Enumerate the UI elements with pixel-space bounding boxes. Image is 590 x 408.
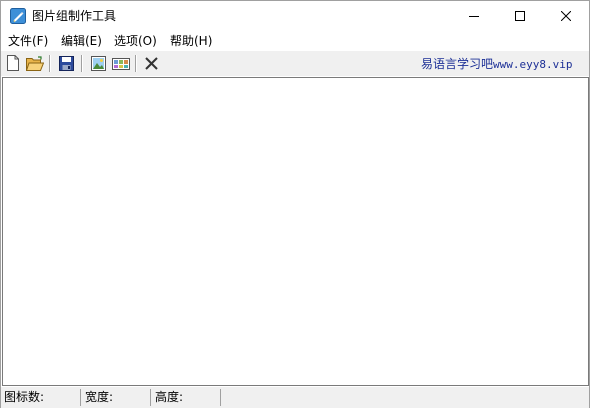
image-group-button[interactable] xyxy=(112,54,130,72)
minimize-button[interactable] xyxy=(451,1,497,31)
image-group-icon xyxy=(112,57,130,70)
image-icon xyxy=(90,55,106,71)
menu-edit[interactable]: 编辑(E) xyxy=(61,33,102,49)
maximize-icon xyxy=(515,11,525,21)
brand-url: www.eyy8.vip xyxy=(493,58,573,71)
toolbar-separator xyxy=(135,55,136,72)
save-button[interactable] xyxy=(57,54,75,72)
new-file-icon xyxy=(7,55,19,71)
close-icon xyxy=(561,11,571,21)
minimize-icon xyxy=(469,16,479,17)
add-image-button[interactable] xyxy=(89,54,107,72)
app-window: 图片组制作工具 文件(F) 编辑(E) 选项(O) 帮助(H) 易语言学习吧ww… xyxy=(0,0,590,408)
toolbar-separator xyxy=(81,55,82,72)
app-pencil-icon xyxy=(10,8,26,24)
canvas-area[interactable] xyxy=(2,77,589,386)
new-button[interactable] xyxy=(4,54,22,72)
delete-icon xyxy=(144,56,158,70)
menu-options[interactable]: 选项(O) xyxy=(114,33,157,49)
status-width: 宽度: xyxy=(82,389,151,406)
title-bar[interactable]: 图片组制作工具 xyxy=(1,1,589,31)
delete-button[interactable] xyxy=(142,54,160,72)
save-icon xyxy=(58,55,74,71)
maximize-button[interactable] xyxy=(497,1,543,31)
open-button[interactable] xyxy=(26,54,44,72)
toolbar: 易语言学习吧www.eyy8.vip xyxy=(1,51,589,76)
window-title: 图片组制作工具 xyxy=(32,9,117,23)
status-bar: 图标数: 宽度: 高度: xyxy=(1,386,589,408)
menu-file[interactable]: 文件(F) xyxy=(8,33,48,49)
status-icon-count: 图标数: xyxy=(1,389,81,406)
close-button[interactable] xyxy=(543,1,589,31)
open-folder-icon xyxy=(26,55,44,71)
brand-text: 易语言学习吧 xyxy=(421,57,494,71)
status-height: 高度: xyxy=(152,389,221,406)
brand-link[interactable]: 易语言学习吧www.eyy8.vip xyxy=(421,56,573,73)
menu-help[interactable]: 帮助(H) xyxy=(170,33,212,49)
toolbar-separator xyxy=(49,55,50,72)
menu-bar: 文件(F) 编辑(E) 选项(O) 帮助(H) xyxy=(1,31,589,51)
